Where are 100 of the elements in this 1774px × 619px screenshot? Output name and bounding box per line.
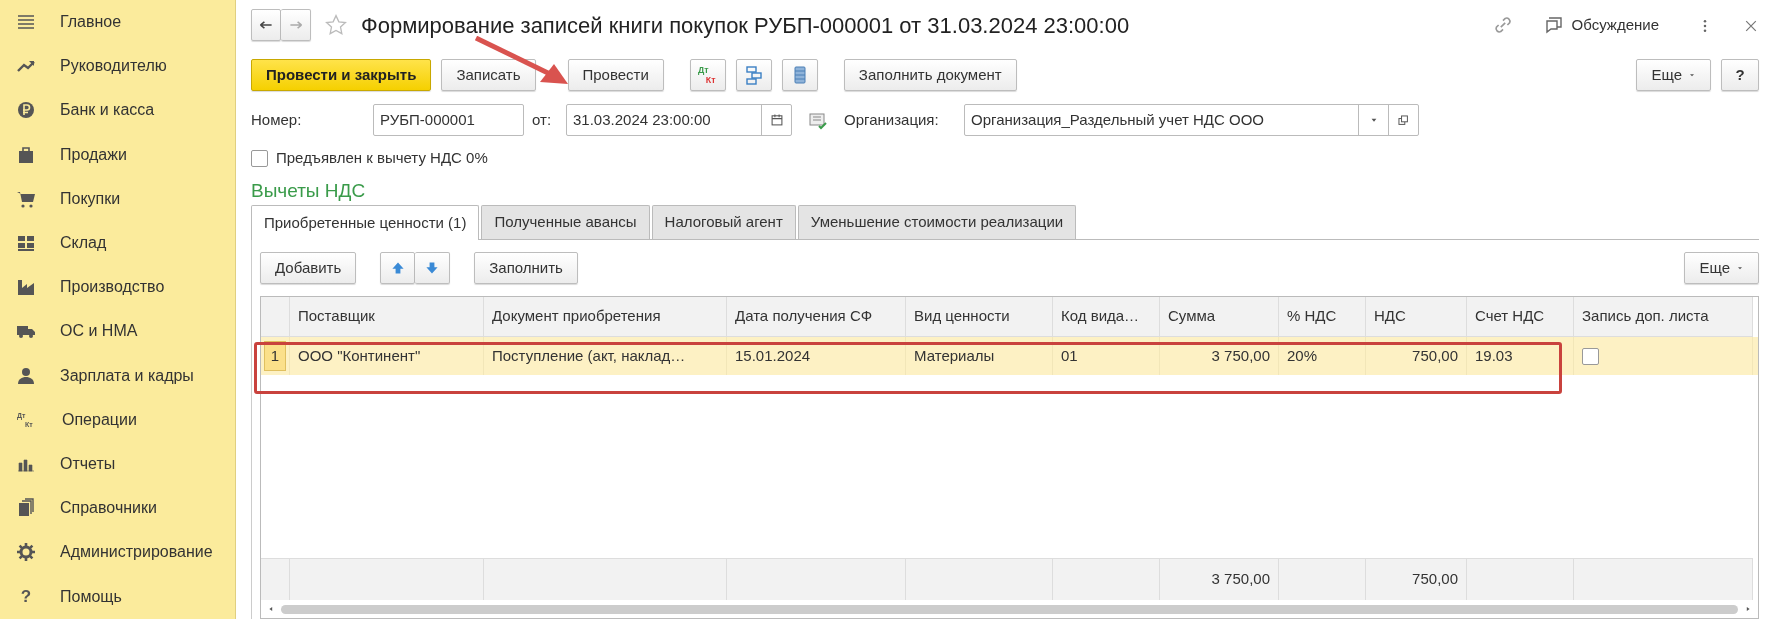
tab[interactable]: Полученные авансы — [481, 205, 650, 239]
calendar-icon — [769, 113, 784, 127]
chat-icon — [1543, 15, 1564, 35]
open-window-icon — [1397, 113, 1410, 127]
sidebar-item-label: Справочники — [60, 498, 157, 519]
move-down-button[interactable] — [415, 252, 451, 284]
sidebar-item-label: Зарплата и кадры — [60, 365, 194, 386]
sidebar-item[interactable]: Руководителю — [0, 44, 235, 89]
sidebar-item[interactable]: Производство — [0, 265, 235, 310]
star-icon — [325, 14, 347, 36]
number-field[interactable]: РУБП-000001 — [373, 104, 524, 136]
sidebar-item[interactable]: Отчеты — [0, 441, 235, 487]
organization-field[interactable]: Организация_Раздельный учет НДС ООО — [964, 104, 1419, 136]
sidebar-item[interactable]: Склад — [0, 220, 235, 266]
sidebar-item-label: Отчеты — [60, 453, 116, 474]
sidebar-item-label: Продажи — [60, 144, 127, 165]
caret-icon — [1736, 264, 1744, 272]
sidebar-item-label: Склад — [60, 233, 107, 254]
more-button[interactable]: Еще — [1684, 252, 1759, 284]
sidebar-item[interactable]: ОС и НМА — [0, 309, 235, 354]
tab[interactable]: Уменьшение стоимости реализации — [797, 205, 1077, 239]
field-label: Номер: — [251, 109, 303, 130]
column-header[interactable]: НДС — [1366, 297, 1467, 337]
window-title: Формирование записей книги покупок РУБП-000001 от 31.03.2024 23:00:00 — [361, 11, 1130, 40]
sidebar-item[interactable]: Продажи — [0, 132, 235, 177]
settings-icon — [16, 542, 36, 563]
table-cell: 01 — [1053, 337, 1160, 375]
add-button[interactable]: Добавить — [260, 252, 357, 284]
toolbar-button[interactable]: Записать — [441, 59, 536, 91]
column-header[interactable]: Поставщик — [290, 297, 484, 337]
sidebar-item-label: ОС и НМА — [60, 321, 138, 342]
sidebar-item[interactable]: Банк и касса — [0, 88, 235, 133]
help-icon: ? — [16, 583, 36, 610]
column-header[interactable]: Код вида… — [1053, 297, 1160, 337]
table-cell: 15.01.2024 — [727, 337, 906, 375]
column-header[interactable]: Сумма — [1160, 297, 1279, 337]
more-button[interactable]: Еще — [1636, 59, 1711, 91]
toolbar-button[interactable]: Провести — [567, 59, 664, 91]
column-header[interactable]: % НДС — [1279, 297, 1366, 337]
tab[interactable]: Приобретенные ценности (1) — [251, 205, 480, 240]
bag-icon — [16, 144, 36, 165]
caret-icon — [1688, 71, 1696, 79]
field-label: Организация: — [844, 109, 940, 130]
toolbar-button[interactable]: Заполнить документ — [843, 59, 1017, 91]
sidebar-item-label: Помощь — [60, 586, 122, 607]
sidebar-item-label: Операции — [62, 409, 137, 430]
column-header[interactable]: Счет НДС — [1467, 297, 1574, 337]
table-cell: 20% — [1279, 337, 1366, 375]
books-icon — [16, 498, 36, 519]
sidebar-item[interactable]: Справочники — [0, 486, 235, 531]
row-number: 1 — [264, 341, 286, 371]
checkbox[interactable] — [1582, 347, 1599, 365]
sidebar-item-label: Производство — [60, 277, 165, 298]
sidebar-item[interactable]: Зарплата и кадры — [0, 353, 235, 398]
checkbox[interactable] — [251, 149, 268, 167]
total-cell: 750,00 — [1366, 558, 1467, 600]
list-button[interactable] — [781, 59, 818, 91]
ruble-coin-icon — [16, 100, 36, 121]
table-cell: ООО "Континент" — [290, 337, 484, 375]
sidebar-item[interactable]: Администрирование — [0, 530, 235, 575]
factory-icon — [16, 277, 36, 298]
person-icon — [16, 365, 36, 386]
post-and-close-button[interactable]: Провести и закрыть — [251, 59, 432, 91]
sidebar-item[interactable]: Главное — [0, 0, 235, 45]
sidebar-item-label: Главное — [60, 12, 122, 33]
scroll-left-icon — [267, 605, 275, 613]
table-cell: 3 750,00 — [1160, 337, 1279, 375]
table-cell: Поступление (акт, наклад… — [484, 337, 727, 375]
structure-button[interactable] — [735, 59, 772, 91]
fill-button[interactable]: Заполнить — [474, 252, 578, 284]
header-cell — [261, 297, 290, 337]
field-label: от: — [532, 109, 553, 130]
back-button[interactable] — [251, 9, 281, 41]
tab[interactable]: Налоговый агент — [651, 205, 796, 239]
column-header[interactable]: Вид ценности — [906, 297, 1053, 337]
discussion-button[interactable]: Обсуждение — [1543, 13, 1659, 37]
checkbox-label: Предъявлен к вычету НДС 0% — [276, 147, 488, 168]
sidebar-item[interactable]: Покупки — [0, 176, 235, 221]
column-header[interactable]: Документ приобретения — [484, 297, 727, 337]
column-header[interactable]: Дата получения СФ — [727, 297, 906, 337]
grid-icon — [16, 233, 36, 254]
date-field[interactable]: 31.03.2024 23:00:00 — [566, 104, 792, 136]
document-check-icon — [808, 110, 828, 131]
move-up-button[interactable] — [380, 252, 416, 284]
hierarchy-icon — [743, 65, 764, 85]
table-row[interactable]: 1 ООО "Континент" Поступление (акт, наклад… 15.01.2024 Материалы 01 3 750,00 20% 750,00 19.03 — [261, 337, 1758, 375]
section-title: Вычеты НДС — [251, 178, 367, 203]
sidebar-item-label: Банк и касса — [60, 100, 155, 121]
debit-credit-icon: Дт Кт — [696, 64, 719, 86]
sidebar-item[interactable]: ? Помощь — [0, 574, 235, 619]
sidebar-item-label: Покупки — [60, 188, 121, 209]
sidebar-item-label: Руководителю — [60, 56, 167, 77]
table-cell: 750,00 — [1366, 337, 1467, 375]
help-button[interactable]: ? — [1721, 59, 1759, 91]
sidebar-item-label: Администрирование — [60, 542, 213, 563]
footer-cell — [261, 558, 290, 600]
horizontal-scrollbar[interactable] — [281, 604, 1738, 614]
debit-credit-button[interactable]: Дт Кт — [689, 59, 726, 91]
column-header[interactable]: Запись доп. листа — [1574, 297, 1753, 337]
scroll-right-icon — [1744, 605, 1752, 613]
